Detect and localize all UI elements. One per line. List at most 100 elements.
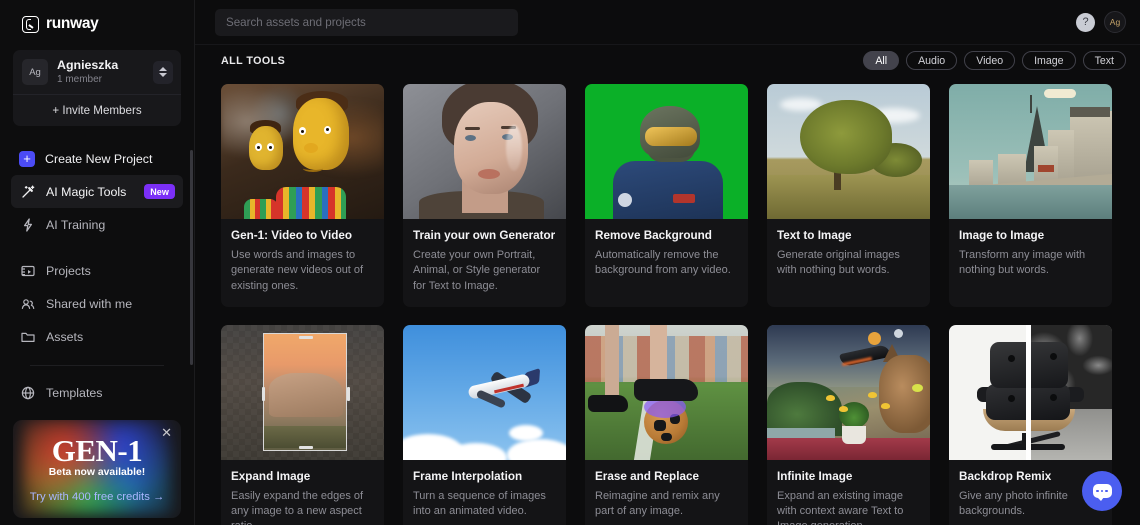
tool-title: Remove Background <box>595 229 738 243</box>
app-root: runway Ag Agnieszka 1 member + Invite Me… <box>0 0 1140 525</box>
tool-description: Automatically remove the background from… <box>595 248 738 279</box>
sidebar-item-shared-with-me[interactable]: Shared with me <box>11 287 183 320</box>
shared-people-icon <box>19 295 36 312</box>
sidebar-item-label: Assets <box>46 330 175 344</box>
lounge-chair-split-thumbnail <box>949 325 1112 460</box>
portrait-woman-thumbnail <box>403 84 566 219</box>
tool-description: Expand an existing image with context aw… <box>777 489 920 525</box>
tool-card[interactable]: Image to Image Transform any image with … <box>949 84 1112 307</box>
sidebar-scrollbar[interactable] <box>190 150 193 365</box>
chat-bubble-icon[interactable] <box>1082 471 1122 511</box>
tool-description: Generate original images with nothing bu… <box>777 248 920 279</box>
help-icon[interactable]: ? <box>1076 13 1095 32</box>
workspace-card: Ag Agnieszka 1 member + Invite Members <box>13 50 181 126</box>
status-badge: New <box>144 184 175 199</box>
tool-card[interactable]: Remove Background Automatically remove t… <box>585 84 748 307</box>
tool-card[interactable]: Frame Interpolation Turn a sequence of i… <box>403 325 566 525</box>
up-down-chevron-icon[interactable] <box>153 61 173 84</box>
magic-wand-icon <box>19 183 36 200</box>
sidebar-item-create-new-project[interactable]: + Create New Project <box>11 142 183 175</box>
lightning-bolt-icon <box>19 216 36 233</box>
tool-card[interactable]: Infinite Image Expand an existing image … <box>767 325 930 525</box>
tool-title: Frame Interpolation <box>413 470 556 484</box>
sidebar-item-projects[interactable]: Projects <box>11 254 183 287</box>
tool-title: Image to Image <box>959 229 1102 243</box>
desert-rock-crop-handles-thumbnail <box>221 325 384 460</box>
tool-description: Reimagine and remix any part of any imag… <box>595 489 738 520</box>
workspace-text: Agnieszka 1 member <box>57 58 144 86</box>
sidebar-item-label: Shared with me <box>46 297 175 311</box>
nav-spacer <box>11 241 183 254</box>
sidebar-item-ai-training[interactable]: AI Training <box>11 208 183 241</box>
airplane-sky-thumbnail <box>403 325 566 460</box>
green-screen-astronaut-thumbnail <box>585 84 748 219</box>
runway-logo-icon <box>22 16 39 33</box>
tool-title: Text to Image <box>777 229 920 243</box>
sidebar-item-label: AI Training <box>46 218 175 232</box>
sidebar-item-label: Templates <box>46 386 175 400</box>
sidebar-item-ai-magic-tools[interactable]: AI Magic Tools New <box>11 175 183 208</box>
tool-description: Transform any image with nothing but wor… <box>959 248 1102 279</box>
workspace-name: Agnieszka <box>57 58 144 72</box>
main-content: Search assets and projects ? Ag ALL TOOL… <box>195 0 1140 525</box>
chevron-down-icon <box>159 73 167 77</box>
tool-card[interactable]: Erase and Replace Reimagine and remix an… <box>585 325 748 525</box>
tool-title: Gen-1: Video to Video <box>231 229 374 243</box>
sidebar-item-assets[interactable]: Assets <box>11 320 183 353</box>
filter-pill-audio[interactable]: Audio <box>906 51 957 70</box>
sidebar-item-label: Create New Project <box>45 152 175 166</box>
promo-cta-link[interactable]: Try with 400 free credits → <box>30 491 165 503</box>
surreal-collage-thumbnail <box>767 325 930 460</box>
workspace-member-count: 1 member <box>57 73 144 86</box>
filter-pills: All Audio Video Image Text <box>863 51 1126 70</box>
workspace-avatar: Ag <box>22 59 48 85</box>
filter-pill-video[interactable]: Video <box>964 51 1015 70</box>
tool-card[interactable]: Train your own Generator Create your own… <box>403 84 566 307</box>
avatar[interactable]: Ag <box>1104 11 1126 33</box>
tool-description: Turn a sequence of images into an animat… <box>413 489 556 520</box>
promo-title: GEN-1 <box>52 436 143 466</box>
tools-grid: Gen-1: Video to Video Use words and imag… <box>195 76 1140 525</box>
sidebar-item-templates[interactable]: Templates <box>11 376 183 409</box>
close-icon[interactable]: ✕ <box>161 426 172 439</box>
tool-card[interactable]: Text to Image Generate original images w… <box>767 84 930 307</box>
gen1-promo-card[interactable]: ✕ GEN-1 Beta now available! Try with 400… <box>13 420 181 518</box>
tool-title: Expand Image <box>231 470 374 484</box>
plus-icon: + <box>19 151 35 167</box>
tool-card[interactable]: Expand Image Easily expand the edges of … <box>221 325 384 525</box>
sidebar-nav: + Create New Project AI Magic Tools New <box>0 142 194 409</box>
brand-logo[interactable]: runway <box>0 0 194 34</box>
promo-subtitle: Beta now available! <box>49 467 145 478</box>
folder-icon <box>19 328 36 345</box>
claymation-characters-thumbnail <box>221 84 384 219</box>
tool-title: Erase and Replace <box>595 470 738 484</box>
tool-description: Easily expand the edges of any image to … <box>231 489 374 525</box>
topbar-actions: ? Ag <box>1076 11 1126 33</box>
filter-pill-text[interactable]: Text <box>1083 51 1126 70</box>
page-title: ALL TOOLS <box>221 55 285 67</box>
sidebar-divider <box>30 365 164 366</box>
tool-title: Infinite Image <box>777 470 920 484</box>
globe-icon <box>19 384 36 401</box>
sidebar-item-label: AI Magic Tools <box>46 185 134 199</box>
sidebar: runway Ag Agnieszka 1 member + Invite Me… <box>0 0 195 525</box>
brand-name: runway <box>46 15 98 33</box>
projects-icon <box>19 262 36 279</box>
painted-tree-thumbnail <box>767 84 930 219</box>
tool-title: Train your own Generator <box>413 229 556 243</box>
sidebar-item-label: Projects <box>46 264 175 278</box>
tool-title: Backdrop Remix <box>959 470 1102 484</box>
search-input[interactable]: Search assets and projects <box>215 9 518 36</box>
tool-description: Give any photo infinite backgrounds. <box>959 489 1102 520</box>
tool-description: Use words and images to generate new vid… <box>231 248 374 294</box>
workspace-selector[interactable]: Ag Agnieszka 1 member <box>13 50 181 94</box>
filter-pill-image[interactable]: Image <box>1022 51 1075 70</box>
top-bar: Search assets and projects ? Ag <box>195 0 1140 44</box>
tool-card[interactable]: Gen-1: Video to Video Use words and imag… <box>221 84 384 307</box>
invite-members-button[interactable]: + Invite Members <box>13 94 181 126</box>
chat-bubble-glyph <box>1093 484 1112 498</box>
filter-pill-all[interactable]: All <box>863 51 899 70</box>
soccer-ball-foot-thumbnail <box>585 325 748 460</box>
tools-toolbar: ALL TOOLS All Audio Video Image Text <box>195 44 1140 76</box>
chevron-up-icon <box>159 67 167 71</box>
